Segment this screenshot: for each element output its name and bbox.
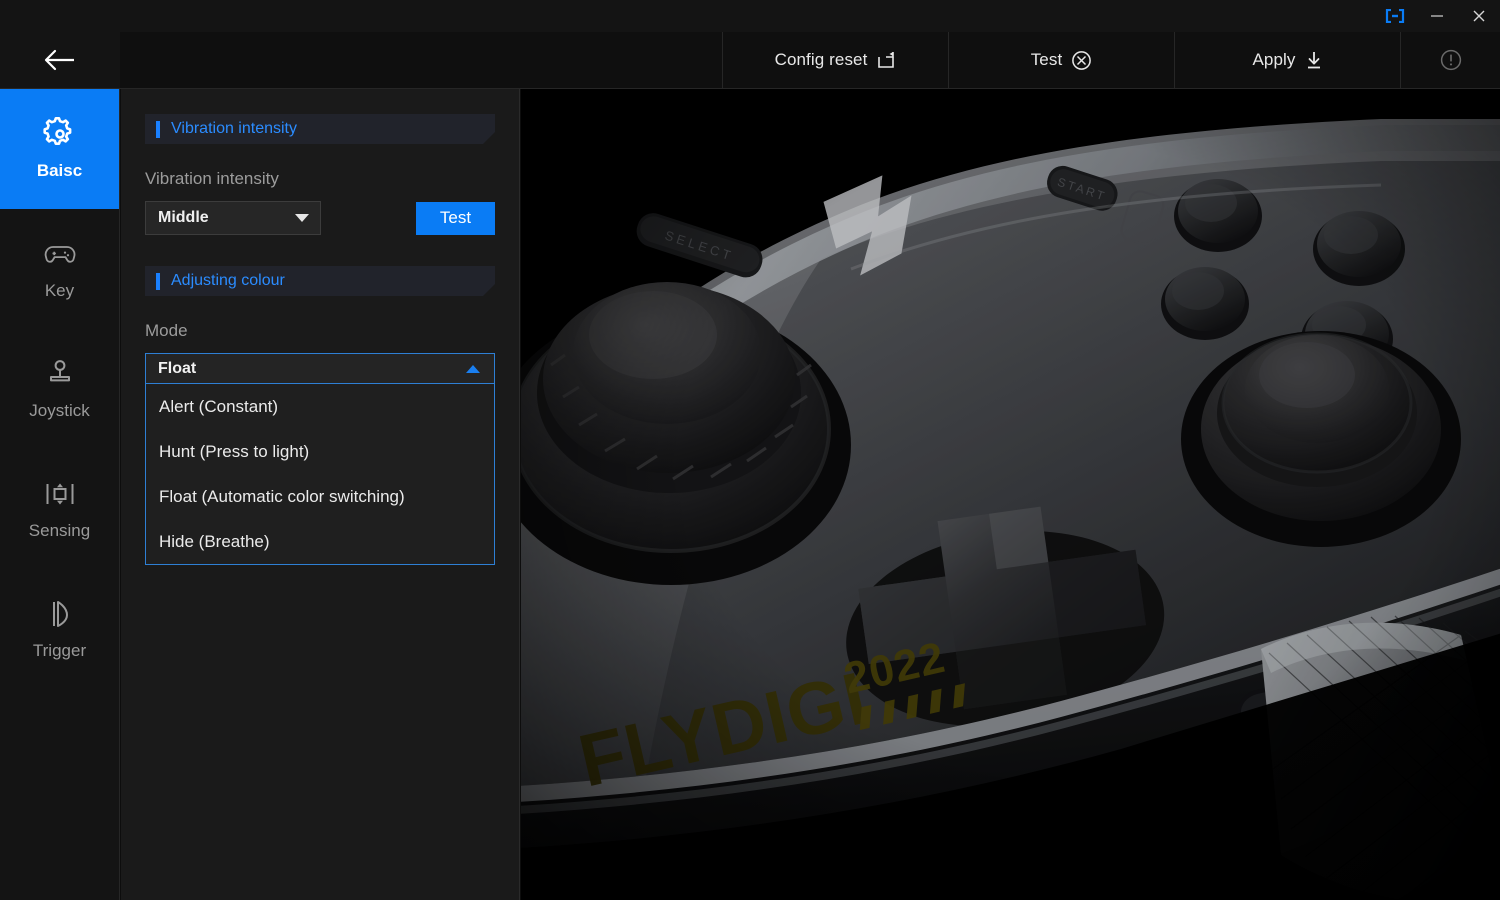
export-icon <box>878 52 895 68</box>
mode-option[interactable]: Alert (Constant) <box>146 384 494 429</box>
mode-option-label: Alert (Constant) <box>159 396 279 416</box>
minimize-icon[interactable] <box>1416 0 1458 32</box>
vibration-test-label: Test <box>439 208 472 227</box>
trigger-icon <box>45 597 75 631</box>
vibration-test-button[interactable]: Test <box>416 201 495 235</box>
back-button[interactable] <box>0 32 120 88</box>
apply-label: Apply <box>1252 50 1296 69</box>
test-toolbar-button[interactable]: Test <box>948 32 1174 88</box>
vibration-row: Middle Test <box>145 201 495 235</box>
download-icon <box>1307 52 1320 69</box>
top-toolbar: Config reset Test Apply <box>0 32 1500 89</box>
mode-option-label: Float (Automatic color switching) <box>159 486 405 506</box>
vibration-intensity-select[interactable]: Middle <box>145 201 321 235</box>
mode-option-label: Hide (Breathe) <box>159 531 270 551</box>
section-title: Adjusting colour <box>171 272 285 289</box>
mode-selected-value: Float <box>158 359 197 377</box>
section-title: Vibration intensity <box>171 120 297 137</box>
sidebar-item-label: Sensing <box>28 521 91 540</box>
mode-field-label: Mode <box>145 321 188 340</box>
vibration-selected-value: Middle <box>158 209 209 226</box>
mode-combobox: Float Alert (Constant) Hunt (Press to li… <box>145 353 495 565</box>
controller-product-image: SELECT START <box>521 89 1500 900</box>
chevron-up-icon <box>466 364 480 373</box>
toolbar-spacer <box>120 32 722 88</box>
apply-button[interactable]: Apply <box>1174 32 1400 88</box>
sidebar-item-key[interactable]: Key <box>0 209 119 329</box>
mode-options-list: Alert (Constant) Hunt (Press to light) F… <box>145 384 495 565</box>
mode-option[interactable]: Float (Automatic color switching) <box>146 474 494 519</box>
application-window: Config reset Test Apply Baisc Key Joysti… <box>0 0 1500 900</box>
config-reset-button[interactable]: Config reset <box>722 32 948 88</box>
close-icon[interactable] <box>1458 0 1500 32</box>
gamepad-render: SELECT START <box>521 89 1500 900</box>
sidebar-item-trigger[interactable]: Trigger <box>0 569 119 689</box>
section-header-vibration: Vibration intensity <box>145 114 495 144</box>
chevron-down-icon <box>295 214 309 222</box>
sidebar-item-joystick[interactable]: Joystick <box>0 329 119 449</box>
gamepad-icon <box>43 237 77 271</box>
sensing-icon <box>44 477 76 511</box>
alert-circle-icon <box>1440 49 1461 71</box>
mode-option[interactable]: Hunt (Press to light) <box>146 429 494 474</box>
sidebar-item-sensing[interactable]: Sensing <box>0 449 119 569</box>
section-accent-bar <box>156 273 160 290</box>
sidebar-navigation: Baisc Key Joystick Sensing Trigger <box>0 89 120 900</box>
sidebar-item-basic[interactable]: Baisc <box>0 89 119 209</box>
section-header-colour: Adjusting colour <box>145 266 495 296</box>
mode-combobox-trigger[interactable]: Float <box>145 353 495 384</box>
sidebar-item-label: Baisc <box>36 161 83 180</box>
vibration-field-label: Vibration intensity <box>145 169 279 188</box>
mode-option[interactable]: Hide (Breathe) <box>146 519 494 564</box>
section-accent-bar <box>156 121 160 138</box>
sidebar-item-label: Joystick <box>29 401 90 420</box>
settings-panel: Vibration intensity Vibration intensity … <box>121 89 520 900</box>
sidebar-item-label: Key <box>44 281 75 300</box>
circle-x-icon <box>1072 50 1092 70</box>
joystick-icon <box>44 357 76 391</box>
config-reset-label: Config reset <box>774 50 868 69</box>
back-arrow-icon <box>44 49 74 71</box>
mode-option-label: Hunt (Press to light) <box>159 441 310 461</box>
title-bar <box>0 0 1500 32</box>
info-button[interactable] <box>1400 32 1500 88</box>
gear-icon <box>42 117 77 151</box>
test-label: Test <box>1030 50 1063 69</box>
sidebar-item-label: Trigger <box>32 641 87 660</box>
collapse-icon[interactable] <box>1374 0 1416 32</box>
